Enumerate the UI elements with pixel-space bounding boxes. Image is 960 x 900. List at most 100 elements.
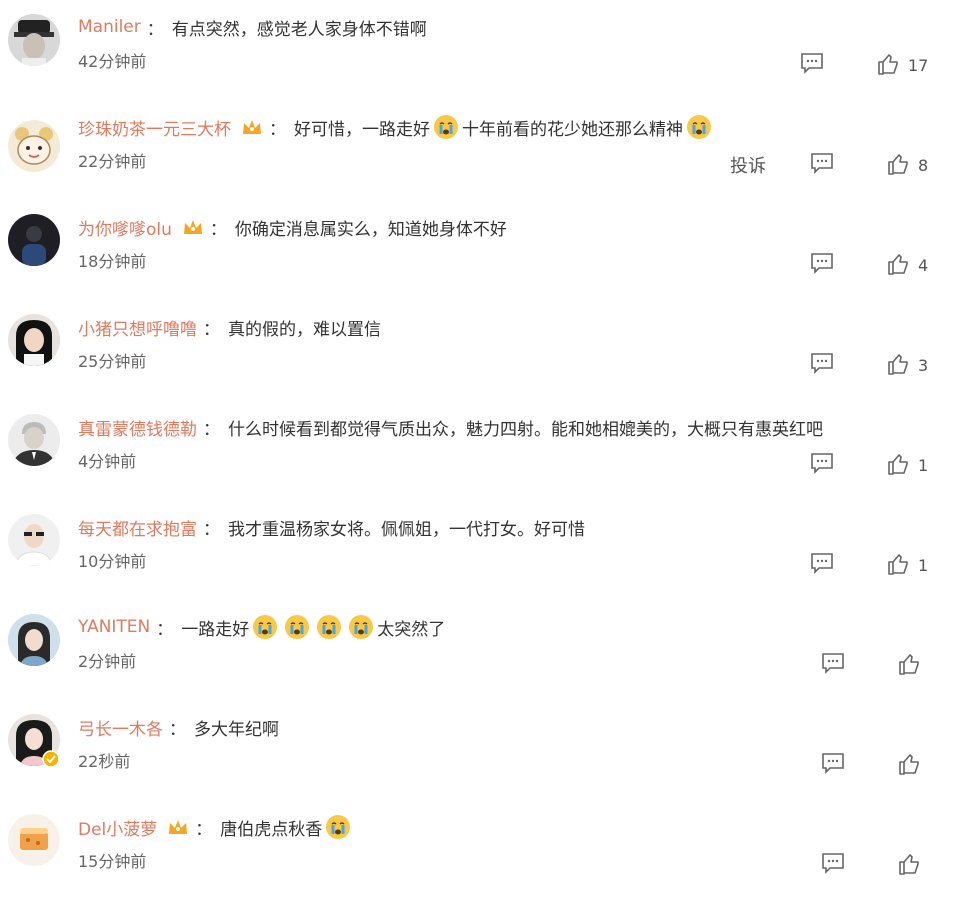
comment-item: 每天都在求抱富 ： 我才重温杨家女将。佩佩姐，一代打女。好可惜 10分钟前 1 — [0, 500, 960, 600]
colon: ： — [209, 219, 227, 240]
crying-face-emoji — [325, 814, 351, 840]
crying-face-emoji — [316, 614, 342, 640]
username[interactable]: Maniler — [78, 17, 141, 37]
avatar[interactable] — [8, 14, 60, 66]
comment-text-2: 太突然了 — [377, 619, 446, 640]
timestamp: 22秒前 — [78, 752, 131, 771]
comment-item: 珍珠奶茶一元三大杯 ： 好可惜，一路走好 十年前看的花少她还那么精神 22分钟前… — [0, 100, 960, 200]
crying-face-emoji — [433, 114, 459, 140]
username[interactable]: 真雷蒙德钱德勒 — [78, 415, 197, 440]
avatar[interactable] — [8, 514, 60, 566]
username[interactable]: 为你嗲嗲olu — [78, 215, 172, 240]
thumbs-up-icon[interactable] — [886, 352, 910, 376]
comment-text: 我才重温杨家女将。佩佩姐，一代打女。好可惜 — [228, 519, 585, 540]
thumbs-up-icon[interactable] — [897, 852, 921, 876]
comment-icon[interactable] — [810, 452, 834, 474]
like-count: 1 — [918, 556, 929, 575]
thumbs-up-icon[interactable] — [886, 552, 910, 576]
username[interactable]: YANITEN — [78, 617, 150, 637]
comment-icon[interactable] — [821, 652, 845, 674]
comment-line: Del小菠萝 ： 唐伯虎点秋香 — [78, 814, 354, 840]
avatar[interactable] — [8, 314, 60, 366]
username[interactable]: Del小菠萝 — [78, 815, 157, 840]
comment-text: 真的假的，难以置信 — [228, 319, 381, 340]
username[interactable]: 珍珠奶茶一元三大杯 — [78, 115, 231, 140]
timestamp: 15分钟前 — [78, 852, 147, 871]
comment-line: 为你嗲嗲olu ： 你确定消息属实么，知道她身体不好 — [78, 214, 507, 240]
comment-line: 珍珠奶茶一元三大杯 ： 好可惜，一路走好 十年前看的花少她还那么精神 — [78, 114, 715, 140]
comment-text: 多大年纪啊 — [194, 719, 279, 740]
comment-icon[interactable] — [810, 552, 834, 574]
crown-badge-icon — [182, 218, 204, 236]
comment-item: 弓长一木各 ： 多大年纪啊 22秒前 — [0, 700, 960, 800]
comment-text: 有点突然，感觉老人家身体不错啊 — [171, 19, 427, 40]
comment-item: 为你嗲嗲olu ： 你确定消息属实么，知道她身体不好 18分钟前 4 — [0, 200, 960, 300]
thumbs-up-icon[interactable] — [897, 752, 921, 776]
username[interactable]: 弓长一木各 — [78, 715, 163, 740]
comment-icon[interactable] — [821, 752, 845, 774]
comment-line: 每天都在求抱富 ： 我才重温杨家女将。佩佩姐，一代打女。好可惜 — [78, 514, 585, 540]
comment-text-2: 十年前看的花少她还那么精神 — [462, 119, 683, 140]
username[interactable]: 每天都在求抱富 — [78, 515, 197, 540]
comment-item: Maniler ： 有点突然，感觉老人家身体不错啊 42分钟前 17 — [0, 0, 960, 100]
thumbs-up-icon[interactable] — [886, 452, 910, 476]
avatar[interactable] — [8, 614, 60, 666]
thumbs-up-icon[interactable] — [876, 52, 900, 76]
comment-line: Maniler ： 有点突然，感觉老人家身体不错啊 — [78, 14, 427, 40]
colon: ： — [195, 819, 213, 840]
crying-face-emoji — [284, 614, 310, 640]
thumbs-up-icon[interactable] — [886, 152, 910, 176]
comment-icon[interactable] — [810, 352, 834, 374]
comment-line: YANITEN ： 一路走好 太突然了 — [78, 614, 445, 640]
comment-item: YANITEN ： 一路走好 太突然了 2分钟前 — [0, 600, 960, 700]
comment-item: 小猪只想呼噜噜 ： 真的假的，难以置信 25分钟前 3 — [0, 300, 960, 400]
crying-face-emoji — [348, 614, 374, 640]
comment-icon[interactable] — [810, 152, 834, 174]
comment-line: 真雷蒙德钱德勒 ： 什么时候看到都觉得气质出众，魅力四射。能和她相媲美的，大概只… — [78, 414, 823, 440]
verified-badge-icon — [42, 750, 60, 768]
like-count: 3 — [918, 356, 929, 375]
comment-line: 弓长一木各 ： 多大年纪啊 — [78, 714, 279, 740]
comment-line: 小猪只想呼噜噜 ： 真的假的，难以置信 — [78, 314, 381, 340]
thumbs-up-icon[interactable] — [897, 652, 921, 676]
comment-text: 一路走好 — [181, 619, 250, 640]
comment-icon[interactable] — [800, 52, 824, 74]
timestamp: 25分钟前 — [78, 352, 147, 371]
colon: ： — [169, 719, 186, 740]
timestamp: 22分钟前 — [78, 152, 147, 171]
colon: ： — [203, 319, 220, 340]
crying-face-emoji — [686, 114, 712, 140]
timestamp: 18分钟前 — [78, 252, 147, 271]
timestamp: 42分钟前 — [78, 52, 147, 71]
comment-text: 什么时候看到都觉得气质出众，魅力四射。能和她相媲美的，大概只有惠英红吧 — [228, 419, 823, 440]
comment-icon[interactable] — [810, 252, 834, 274]
colon: ： — [203, 519, 220, 540]
avatar[interactable] — [8, 414, 60, 466]
colon: ： — [269, 119, 286, 140]
comment-item: Del小菠萝 ： 唐伯虎点秋香 15分钟前 — [0, 800, 960, 900]
comment-text: 唐伯虎点秋香 — [220, 819, 323, 840]
avatar[interactable] — [8, 814, 60, 866]
crying-face-emoji — [252, 614, 278, 640]
comment-text: 你确定消息属实么，知道她身体不好 — [234, 219, 507, 240]
like-count: 17 — [908, 56, 929, 75]
crown-badge-icon — [167, 818, 189, 836]
like-count: 4 — [918, 256, 929, 275]
timestamp: 2分钟前 — [78, 652, 137, 671]
avatar[interactable] — [8, 214, 60, 266]
comment-text: 好可惜，一路走好 — [294, 119, 430, 140]
colon: ： — [203, 419, 220, 440]
timestamp: 10分钟前 — [78, 552, 147, 571]
report-link[interactable]: 投诉 — [730, 152, 766, 178]
comment-icon[interactable] — [821, 852, 845, 874]
thumbs-up-icon[interactable] — [886, 252, 910, 276]
avatar[interactable] — [8, 120, 60, 172]
like-count: 8 — [918, 156, 929, 175]
colon: ： — [146, 19, 164, 40]
colon: ： — [156, 619, 174, 640]
timestamp: 4分钟前 — [78, 452, 137, 471]
comment-item: 真雷蒙德钱德勒 ： 什么时候看到都觉得气质出众，魅力四射。能和她相媲美的，大概只… — [0, 400, 960, 500]
like-count: 1 — [918, 456, 929, 475]
username[interactable]: 小猪只想呼噜噜 — [78, 315, 197, 340]
comment-list: Maniler ： 有点突然，感觉老人家身体不错啊 42分钟前 17 珍珠奶茶一… — [0, 0, 960, 899]
